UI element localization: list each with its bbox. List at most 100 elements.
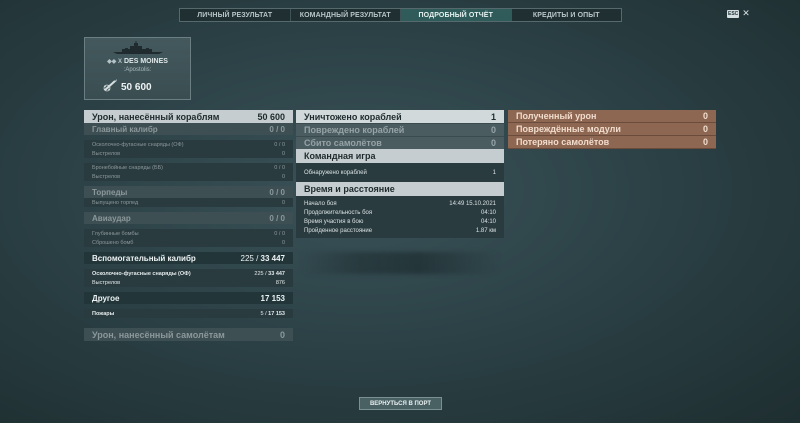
battle-duration-value: 04:10 xyxy=(480,209,496,216)
ship-damage-value: 50 600 xyxy=(121,82,152,93)
tab-detailed-report[interactable]: ПОДРОБНЫЙ ОТЧЁТ xyxy=(401,9,512,21)
he-shots-label: Выстрелов xyxy=(92,150,121,157)
tab-credits-and-xp[interactable]: КРЕДИТЫ И ОПЫТ xyxy=(512,9,622,21)
torpedoes-launched-label: Выпущено торпед xyxy=(92,199,139,206)
ships-damaged-row: Повреждено кораблей 0 xyxy=(296,123,504,136)
participation-time-label: Время участия в бою xyxy=(304,218,364,225)
ap-shots-label: Выстрелов xyxy=(92,173,121,180)
background-ship-silhouette xyxy=(300,252,500,274)
depth-charges-label: Глубинные бомбы xyxy=(92,230,139,237)
planes-shot-down-value: 0 xyxy=(490,138,496,148)
distance-value: 1.87 км xyxy=(475,227,496,234)
main-battery-ap-row: Бронебойные снаряды (ББ) 0 / 0 xyxy=(84,163,293,172)
secondary-he-row: Осколочно-фугасные снаряды (ОФ) 225 / 33… xyxy=(84,269,293,278)
close-icon: ✕ xyxy=(742,8,750,18)
time-distance-header: Время и расстояние xyxy=(296,182,504,196)
secondary-he-label: Осколочно-фугасные снаряды (ОФ) xyxy=(92,270,191,277)
planes-shot-down-label: Сбито самолётов xyxy=(304,138,382,148)
he-value: 0 / 0 xyxy=(274,141,285,148)
battle-duration-label: Продолжительность боя xyxy=(304,209,373,216)
received-damage-panel: Полученный урон 0 Повреждённые модули 0 … xyxy=(508,110,716,149)
fires-value: 5 / 17 153 xyxy=(260,310,285,317)
secondary-shots-label: Выстрелов xyxy=(92,279,121,286)
damage-received-label: Полученный урон xyxy=(516,111,597,121)
airstrike-row: Авиаудар 0 / 0 xyxy=(84,212,293,224)
ships-destroyed-label: Уничтожено кораблей xyxy=(304,111,402,122)
secondary-shots-value: 876 xyxy=(275,279,285,286)
ship-name: ◆◆ X DES MOINES xyxy=(107,58,168,65)
return-to-port-button[interactable]: ВЕРНУТЬСЯ В ПОРТ xyxy=(359,397,442,410)
main-battery-he-row: Осколочно-фугасные снаряды (ОФ) 0 / 0 xyxy=(84,140,293,149)
airstrike-label: Авиаудар xyxy=(92,213,131,223)
other-row: Другое 17 153 xyxy=(84,292,293,304)
participation-time-value: 04:10 xyxy=(480,218,496,225)
bombs-dropped-label: Сброшено бомб xyxy=(92,239,134,246)
ships-spotted-row: Обнаружено кораблей 1 xyxy=(296,168,504,177)
damaged-modules-value: 0 xyxy=(702,124,708,134)
damage-header-value: 50 600 xyxy=(257,111,285,122)
secondary-he-value: 225 / 33 447 xyxy=(254,270,285,277)
team-play-header: Командная игра xyxy=(296,149,504,163)
ships-destroyed-row: Уничтожено кораблей 1 xyxy=(296,110,504,123)
ap-shots-value: 0 xyxy=(281,173,285,180)
damage-received-row: Полученный урон 0 xyxy=(508,110,716,123)
bombs-dropped-value: 0 xyxy=(281,239,285,246)
torpedoes-launched-row: Выпущено торпед 0 xyxy=(84,198,293,207)
main-battery-value: 0 / 0 xyxy=(269,124,285,134)
ships-spotted-label: Обнаружено кораблей xyxy=(304,169,367,176)
torpedoes-launched-value: 0 xyxy=(281,199,285,206)
planes-lost-label: Потеряно самолётов xyxy=(516,137,610,147)
distance-label: Пройденное расстояние xyxy=(304,227,373,234)
planes-shot-down-row: Сбито самолётов 0 xyxy=(296,136,504,149)
battle-start-label: Начало боя xyxy=(304,200,337,207)
aircraft-damage-row: Урон, нанесённый самолётам 0 xyxy=(84,328,293,341)
main-battery-he-shots-row: Выстрелов 0 xyxy=(84,149,293,158)
ap-label: Бронебойные снаряды (ББ) xyxy=(92,164,164,171)
planes-lost-value: 0 xyxy=(702,137,708,147)
distance-row: Пройденное расстояние 1.87 км xyxy=(296,226,504,235)
ships-damaged-label: Повреждено кораблей xyxy=(304,125,405,135)
secondary-shots-row: Выстрелов 876 xyxy=(84,278,293,287)
other-value: 17 153 xyxy=(260,293,285,303)
secondary-row: Вспомогательный калибр 225 / 33 447 xyxy=(84,252,293,264)
main-battery-row: Главный калибр 0 / 0 xyxy=(84,123,293,135)
result-tabs: ЛИЧНЫЙ РЕЗУЛЬТАТ КОМАНДНЫЙ РЕЗУЛЬТАТ ПОД… xyxy=(179,8,622,22)
damaged-modules-label: Повреждённые модули xyxy=(516,124,621,134)
ship-damage-summary: 50 600 xyxy=(121,82,152,93)
damage-received-value: 0 xyxy=(702,111,708,121)
he-shots-value: 0 xyxy=(281,150,285,157)
planes-lost-row: Потеряно самолётов 0 xyxy=(508,136,716,149)
damage-panel: Урон, нанесённый кораблям 50 600 Главный… xyxy=(84,110,293,341)
torpedoes-value: 0 / 0 xyxy=(269,187,285,197)
airstrike-value: 0 / 0 xyxy=(269,213,285,223)
battle-start-row: Начало боя 14:49 15.10.2021 xyxy=(296,199,504,208)
ships-damaged-value: 0 xyxy=(490,125,496,135)
close-button[interactable]: ESC ✕ xyxy=(727,9,750,18)
secondary-value: 225 / 33 447 xyxy=(240,253,286,263)
shell-damage-icon xyxy=(103,79,117,92)
ship-silhouette-icon xyxy=(113,41,163,54)
ship-tier: ◆◆ X xyxy=(107,59,122,65)
depth-charges-row: Глубинные бомбы 0 / 0 xyxy=(84,229,293,238)
ap-value: 0 / 0 xyxy=(274,164,285,171)
main-battery-label: Главный калибр xyxy=(92,124,158,134)
tab-personal-result[interactable]: ЛИЧНЫЙ РЕЗУЛЬТАТ xyxy=(180,9,291,21)
player-name: :Apostolis: xyxy=(123,67,152,73)
aircraft-damage-value: 0 xyxy=(279,329,285,340)
depth-charges-value: 0 / 0 xyxy=(274,230,285,237)
bombs-dropped-row: Сброшено бомб 0 xyxy=(84,238,293,247)
ships-destroyed-value: 1 xyxy=(490,111,496,122)
combat-panel: Уничтожено кораблей 1 Повреждено корабле… xyxy=(296,110,504,238)
secondary-label: Вспомогательный калибр xyxy=(92,253,196,263)
esc-key-icon: ESC xyxy=(727,9,740,18)
other-label: Другое xyxy=(92,293,120,303)
torpedoes-row: Торпеды 0 / 0 xyxy=(84,186,293,198)
battle-start-value: 14:49 15.10.2021 xyxy=(449,200,496,207)
main-battery-ap-shots-row: Выстрелов 0 xyxy=(84,172,293,181)
he-label: Осколочно-фугасные снаряды (ОФ) xyxy=(92,141,184,148)
damage-header-label: Урон, нанесённый кораблям xyxy=(92,111,220,122)
fires-label: Пожары xyxy=(92,310,115,317)
tab-team-result[interactable]: КОМАНДНЫЙ РЕЗУЛЬТАТ xyxy=(291,9,401,21)
ships-spotted-value: 1 xyxy=(492,169,496,176)
aircraft-damage-label: Урон, нанесённый самолётам xyxy=(92,329,225,340)
